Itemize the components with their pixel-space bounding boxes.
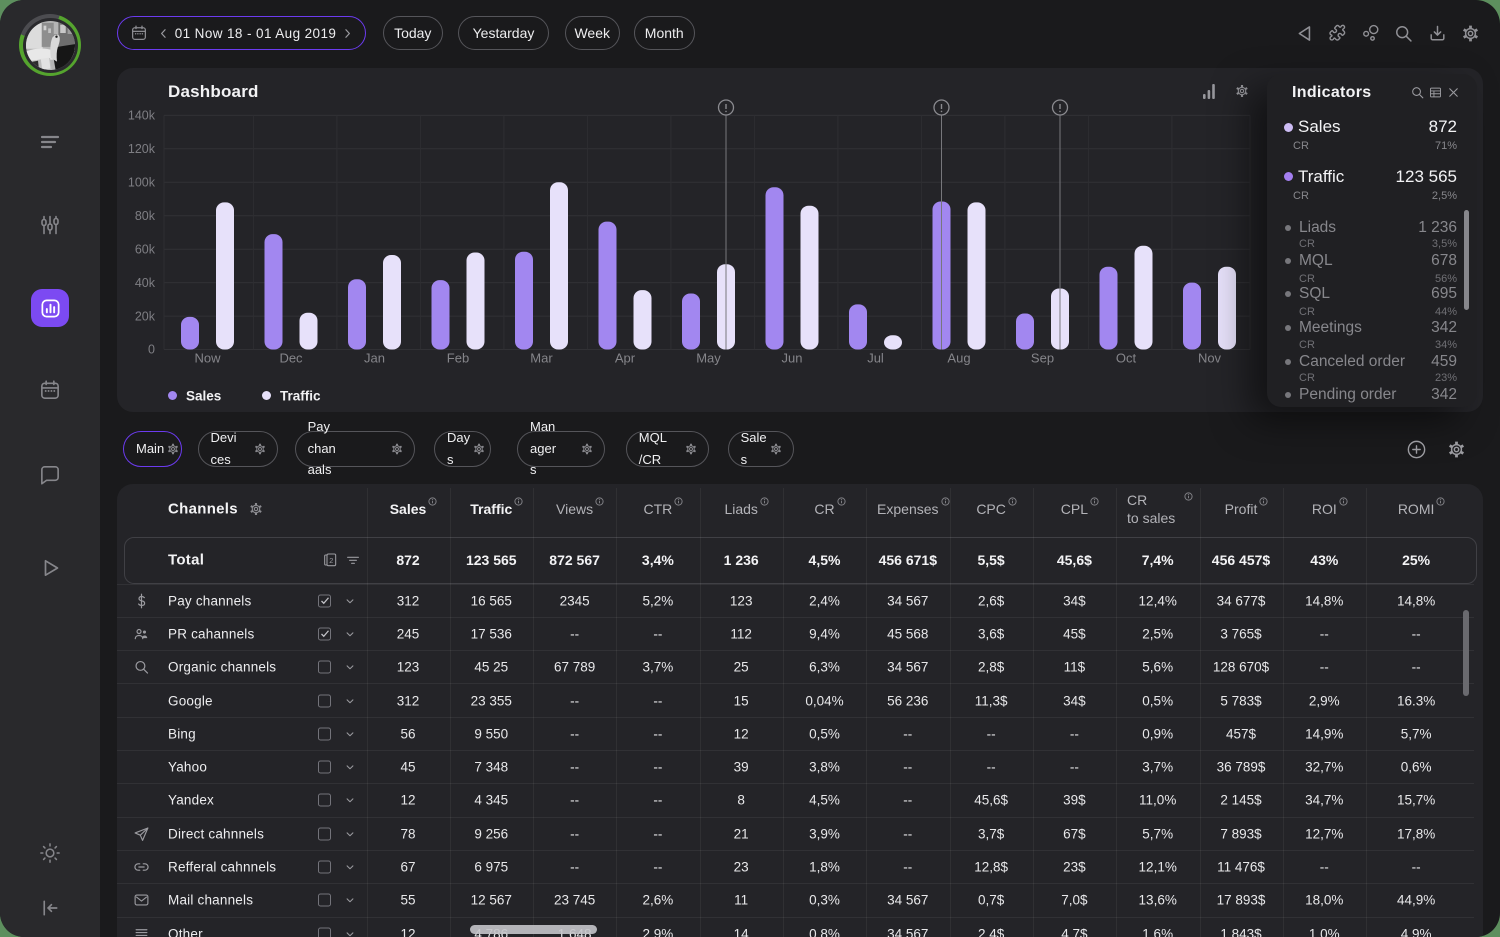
- svg-text:Feb: Feb: [447, 351, 469, 366]
- svg-text:Jul: Jul: [867, 351, 884, 366]
- svg-text:Oct: Oct: [1116, 351, 1137, 366]
- svg-text:0: 0: [148, 343, 155, 357]
- svg-text:May: May: [696, 351, 721, 366]
- svg-text:Apr: Apr: [615, 351, 636, 366]
- svg-text:140k: 140k: [128, 109, 156, 123]
- svg-text:Jun: Jun: [782, 351, 803, 366]
- svg-text:40k: 40k: [135, 276, 156, 290]
- svg-text:Nov: Nov: [1198, 351, 1222, 366]
- svg-text:Traffic: Traffic: [280, 389, 321, 404]
- svg-text:Sales: Sales: [186, 389, 221, 404]
- svg-text:Mar: Mar: [530, 351, 553, 366]
- svg-text:Aug: Aug: [947, 351, 970, 366]
- svg-text:20k: 20k: [135, 309, 156, 323]
- svg-text:Now: Now: [194, 351, 221, 366]
- svg-text:100k: 100k: [128, 176, 156, 190]
- svg-text:Jan: Jan: [364, 351, 385, 366]
- svg-text:80k: 80k: [135, 209, 156, 223]
- svg-text:Dec: Dec: [279, 351, 303, 366]
- svg-text:120k: 120k: [128, 142, 156, 156]
- svg-text:60k: 60k: [135, 242, 156, 256]
- svg-text:Sep: Sep: [1031, 351, 1054, 366]
